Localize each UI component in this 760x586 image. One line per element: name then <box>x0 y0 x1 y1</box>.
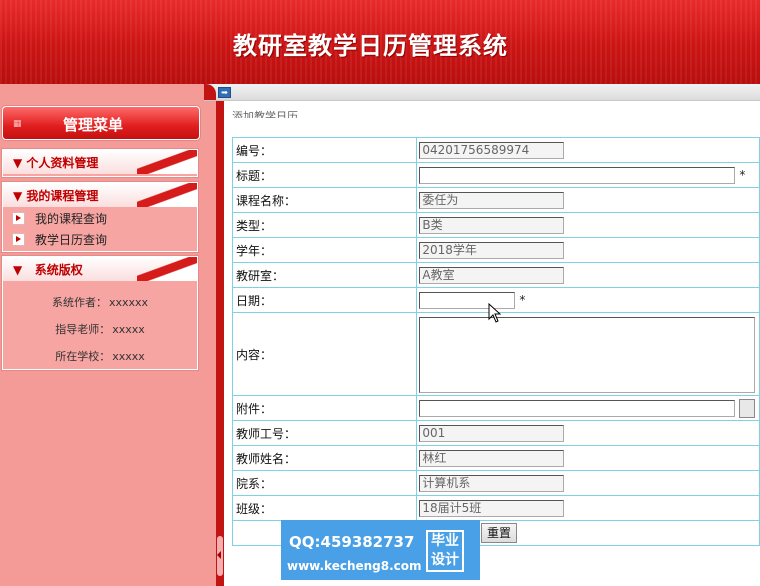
copyright-value: xxxxx <box>112 350 145 363</box>
frame-corner <box>204 84 216 100</box>
calendar-form: 编号： 04201756589974 标题： * 课程名称： 委任为 类型： B… <box>231 137 760 546</box>
swoosh-decoration <box>137 183 197 207</box>
sidebar-item-label: 教学日历查询 <box>35 233 108 247</box>
form-row-attachment: 附件： <box>231 395 760 421</box>
type-field[interactable]: B类 <box>419 216 565 234</box>
field-label: 类型： <box>231 212 418 238</box>
swoosh-decoration <box>137 150 197 174</box>
department-field[interactable]: 计算机系 <box>419 474 565 492</box>
copyright-school: 所在学校： xxxxx <box>3 343 197 370</box>
sidebar-item-my-course-query[interactable]: 我的课程查询 <box>3 207 197 228</box>
required-mark: * <box>519 293 526 307</box>
field-label: 学年： <box>231 237 418 263</box>
id-field[interactable]: 04201756589974 <box>419 141 565 159</box>
field-label: 附件： <box>231 395 418 421</box>
form-row-type: 类型： B类 <box>231 212 760 238</box>
field-label: 日期： <box>231 287 418 313</box>
copyright-advisor: 指导老师： xxxxx <box>3 316 197 343</box>
copyright-author: 系统作者： xxxxxx <box>3 289 197 316</box>
field-label: 课程名称： <box>231 187 418 213</box>
copyright-value: xxxxxx <box>108 296 149 309</box>
field-label: 编号： <box>231 137 418 163</box>
sidebar-section-profile[interactable]: ▼ 个人资料管理 <box>2 149 198 177</box>
section-title: ▼ 个人资料管理 <box>13 156 99 170</box>
field-label: 内容： <box>231 312 418 396</box>
watermark-banner: QQ:459382737 www.kecheng8.com 毕业 设计 <box>281 520 480 580</box>
section-title: ▼ 我的课程管理 <box>13 189 99 203</box>
required-mark: * <box>739 168 746 182</box>
reset-button[interactable]: 重置 <box>481 523 518 543</box>
watermark-qq: QQ:459382737 <box>289 533 415 551</box>
course-name-field[interactable]: 委任为 <box>419 191 565 209</box>
class-field[interactable]: 18届计5班 <box>419 499 565 517</box>
mouse-cursor-icon <box>488 303 502 323</box>
browse-button[interactable] <box>739 398 756 418</box>
form-row-year: 学年： 2018学年 <box>231 237 760 263</box>
form-row-id: 编号： 04201756589974 <box>231 137 760 163</box>
arrow-right-icon <box>12 212 25 225</box>
form-row-class: 班级： 18届计5班 <box>231 495 760 521</box>
arrow-right-icon <box>12 233 25 246</box>
field-label: 教师工号： <box>231 420 418 446</box>
field-label: 教研室： <box>231 262 418 288</box>
grip-icon: ▦ <box>13 119 22 129</box>
sidebar-section-courses: ▼ 我的课程管理 我的课程查询 教学日历查询 <box>2 182 198 252</box>
sidebar-section-copyright: ▼ 系统版权 系统作者： xxxxxx 指导老师： xxxxx 所在学校： xxxxx <box>2 256 198 370</box>
form-row-teacher-name: 教师姓名： 林红 <box>231 445 760 471</box>
teacher-id-field[interactable]: 001 <box>419 424 565 442</box>
field-label: 班级： <box>231 495 418 521</box>
field-label: 院系： <box>231 470 418 496</box>
watermark-site: www.kecheng8.com <box>287 559 422 573</box>
school-year-field[interactable]: 2018学年 <box>419 241 565 259</box>
main-content: 添加教学日历 编号： 04201756589974 标题： * 课程名称： 委任… <box>224 101 760 586</box>
form-row-title: 标题： * <box>231 162 760 188</box>
arrow-right-icon[interactable]: ➡ <box>218 87 231 98</box>
section-title: ▼ 系统版权 <box>13 263 83 277</box>
badge-line: 毕业 <box>431 533 459 549</box>
watermark-badge: 毕业 设计 <box>426 530 464 572</box>
form-row-room: 教研室： A教室 <box>231 262 760 288</box>
sidebar-item-label: 我的课程查询 <box>35 212 108 226</box>
teacher-name-field[interactable]: 林红 <box>419 449 565 467</box>
content-toolbar: ➡ <box>204 84 760 101</box>
form-row-content: 内容： <box>231 312 760 396</box>
copyright-value: xxxxx <box>112 323 145 336</box>
content-textarea[interactable] <box>419 316 756 393</box>
section-header[interactable]: ▼ 个人资料管理 <box>3 150 197 174</box>
app-title: 教研室教学日历管理系统 <box>233 31 508 60</box>
form-row-course: 课程名称： 委任为 <box>231 187 760 213</box>
section-header[interactable]: ▼ 我的课程管理 <box>3 183 197 207</box>
copyright-label: 所在学校： <box>55 350 111 363</box>
section-header[interactable]: ▼ 系统版权 <box>3 257 197 281</box>
copyright-label: 系统作者： <box>51 296 107 309</box>
sidebar-item-calendar-query[interactable]: 教学日历查询 <box>3 228 197 249</box>
form-row-teacher-id: 教师工号： 001 <box>231 420 760 446</box>
frame-splitter[interactable] <box>216 84 224 586</box>
title-input[interactable] <box>419 166 736 184</box>
page-title: 添加教学日历 <box>232 110 298 118</box>
form-row-department: 院系： 计算机系 <box>231 470 760 496</box>
badge-line: 设计 <box>431 552 459 568</box>
field-label: 教师姓名： <box>231 445 418 471</box>
app-header: 教研室教学日历管理系统 <box>0 0 760 84</box>
field-label: 标题： <box>231 162 418 188</box>
swoosh-decoration <box>137 257 197 281</box>
menu-title-bar: ▦ 管理菜单 <box>2 106 200 140</box>
menu-title: 管理菜单 <box>63 116 124 134</box>
copyright-label: 指导老师： <box>55 323 111 336</box>
collapse-handle[interactable] <box>217 536 223 576</box>
room-field[interactable]: A教室 <box>419 266 565 284</box>
attachment-input[interactable] <box>419 399 736 417</box>
